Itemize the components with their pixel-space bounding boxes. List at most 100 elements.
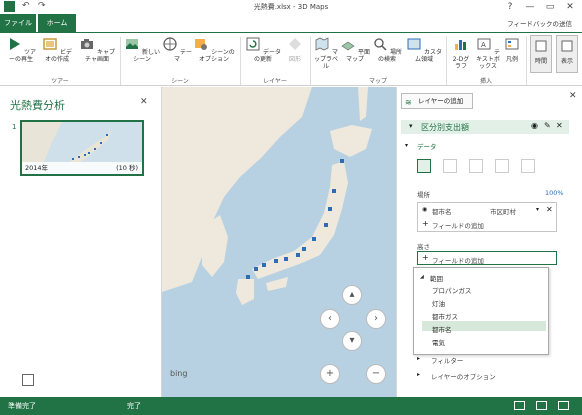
chart-2d-label: 2-Dグラフ <box>452 56 470 70</box>
capture-screen-button[interactable]: キャプチャ画面 <box>78 36 116 63</box>
close-window-button[interactable]: ✕ <box>560 0 580 14</box>
edit-icon[interactable]: ✎ <box>544 121 551 130</box>
location-type-select[interactable]: 市区町村 <box>490 206 516 216</box>
close-tour-panel-icon[interactable]: ✕ <box>140 97 148 107</box>
rotate-left-button[interactable]: ‹ <box>320 309 340 329</box>
region-icon[interactable] <box>521 159 535 173</box>
location-percent[interactable]: 100% <box>545 189 564 197</box>
data-column <box>262 263 266 267</box>
tilt-down-button[interactable]: ▾ <box>342 331 362 351</box>
shapes-button[interactable]: 図形 <box>284 36 306 63</box>
group-layer-label: レイヤー <box>263 78 287 85</box>
zoom-in-button[interactable]: + <box>320 364 340 384</box>
dropdown-item[interactable]: 電気 <box>432 337 445 347</box>
flat-map-button[interactable]: 平面マップ <box>340 36 370 63</box>
globe-icon <box>163 37 177 51</box>
group-tour-label: ツアー <box>51 78 69 85</box>
create-video-button[interactable]: ビデオの作成 <box>40 36 74 63</box>
clock-icon <box>535 40 547 52</box>
collapse-arrow-icon[interactable]: ▾ <box>409 122 413 130</box>
restore-button[interactable]: ▭ <box>540 0 560 14</box>
display-toggle[interactable]: 表示 <box>556 35 578 73</box>
radio-icon[interactable]: ◉ <box>422 206 427 213</box>
tab-home[interactable]: ホーム <box>38 14 76 32</box>
rotate-right-button[interactable]: › <box>366 309 386 329</box>
new-scene-icon <box>126 39 139 49</box>
scene-options-button[interactable]: シーンのオプション <box>192 36 236 63</box>
remove-field-icon[interactable]: ✕ <box>546 205 553 214</box>
undo-icon[interactable]: ↶ <box>22 1 30 11</box>
add-location-field[interactable]: フィールドの追加 <box>432 220 484 230</box>
add-layer-button[interactable]: ≋ レイヤーの追加 <box>401 93 473 109</box>
ribbon: ツアーの再生 ビデオの作成 キャプチャ画面 ツアー 新しいシーン テーマ シーン… <box>0 32 582 86</box>
feedback-link[interactable]: フィードバックの送信 <box>507 18 572 28</box>
text-box-button[interactable]: A テキストボックス <box>474 36 502 70</box>
group-collapse-icon[interactable]: ◢ <box>420 274 424 280</box>
dropdown-arrow-icon[interactable]: ▾ <box>536 206 539 213</box>
excel-logo-icon <box>4 1 15 12</box>
data-column <box>254 267 258 271</box>
add-layer-icon: ≋ <box>405 98 412 107</box>
scene-year: 2014年 <box>25 164 49 172</box>
layer-options-section[interactable]: レイヤーのオプション <box>431 371 496 381</box>
heatmap-icon[interactable] <box>495 159 509 173</box>
refresh-data-icon <box>246 37 260 51</box>
dropdown-item[interactable]: 灯油 <box>432 298 445 308</box>
fullscreen-icon[interactable] <box>558 401 569 410</box>
map-labels-label: マップラベル <box>313 49 338 70</box>
dropdown-item[interactable]: 都市名 <box>432 324 452 334</box>
help-button[interactable]: ? <box>500 0 520 14</box>
ribbon-separator <box>240 37 241 85</box>
layer-options-expand-icon[interactable]: ▸ <box>417 371 420 378</box>
legend-button[interactable]: 凡例 <box>502 36 522 63</box>
filter-section[interactable]: フィルター <box>431 355 463 365</box>
close-layer-pane-icon[interactable]: ✕ <box>569 91 577 101</box>
bubble-icon[interactable] <box>469 159 483 173</box>
height-add-field: フィールドの追加 <box>432 257 484 265</box>
data-column <box>324 223 328 227</box>
group-map-label: マップ <box>368 78 387 85</box>
new-scene-button[interactable]: 新しいシーン <box>124 36 160 63</box>
stacked-column-icon[interactable] <box>417 159 431 173</box>
data-collapse-icon[interactable]: ▾ <box>405 142 408 149</box>
data-column <box>274 259 278 263</box>
height-field-box[interactable]: + フィールドの追加 <box>417 251 557 265</box>
field-dropdown: ◢ 範囲 プロパンガス 灯油 都市ガス 都市名 電気 <box>413 267 549 355</box>
status-ready: 準備完了 <box>8 402 36 410</box>
tab-file[interactable]: ファイル <box>0 14 36 32</box>
fit-icon[interactable] <box>536 401 547 410</box>
filter-expand-icon[interactable]: ▸ <box>417 355 420 362</box>
play-tour-button[interactable]: ツアーの再生 <box>4 36 38 63</box>
eye-icon[interactable]: ◉ <box>531 121 538 130</box>
legend-icon <box>505 38 519 50</box>
height-label: 高さ <box>417 243 430 251</box>
ribbon-tabs: ファイル ホーム フィードバックの送信 <box>0 14 582 32</box>
scene-number: 1 <box>12 123 17 131</box>
custom-regions-icon <box>407 38 421 50</box>
custom-regions-button[interactable]: カスタム領域 <box>404 36 444 63</box>
find-location-button[interactable]: 場所の検索 <box>370 36 404 63</box>
theme-button[interactable]: テーマ <box>162 36 192 63</box>
clustered-column-icon[interactable] <box>443 159 457 173</box>
film-icon <box>43 38 57 50</box>
scene-options-icon <box>195 39 208 50</box>
data-column <box>328 207 332 211</box>
time-toggle[interactable]: 時間 <box>530 35 552 73</box>
display-label: 表示 <box>560 58 573 65</box>
dropdown-item[interactable]: プロパンガス <box>432 285 471 295</box>
dropdown-item-selected[interactable]: 都市ガス <box>432 311 458 321</box>
chart-2d-button[interactable]: 2-Dグラフ <box>450 36 472 70</box>
layer-header[interactable]: ▾ 区分別支出額 ◉ ✎ ✕ <box>401 120 569 134</box>
delete-layer-icon[interactable]: ✕ <box>556 121 563 130</box>
scene-thumbnail[interactable]: 2014年 (10 秒) <box>20 120 144 176</box>
zoom-out-button[interactable]: − <box>366 364 386 384</box>
add-scene-icon[interactable] <box>22 374 34 386</box>
refresh-data-button[interactable]: データの更新 <box>244 36 282 63</box>
map-labels-button[interactable]: マップラベル <box>312 36 340 70</box>
view-icon[interactable] <box>514 401 525 410</box>
minimize-button[interactable]: — <box>520 0 540 14</box>
map-canvas[interactable]: ▴ ‹ › ▾ + − bing <box>162 87 396 397</box>
tilt-up-button[interactable]: ▴ <box>342 285 362 305</box>
ribbon-separator <box>526 37 527 85</box>
redo-icon[interactable]: ↷ <box>38 1 46 11</box>
